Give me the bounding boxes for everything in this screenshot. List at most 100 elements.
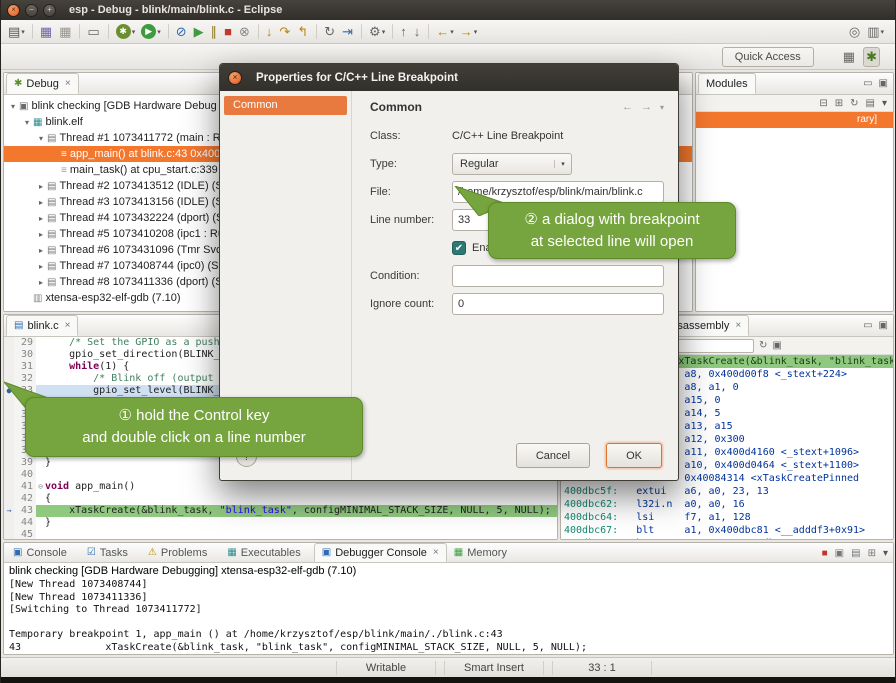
- scroll-lock-icon[interactable]: ⊞: [868, 548, 876, 559]
- toolbar-separator[interactable]: [428, 24, 429, 39]
- tab-modules[interactable]: Modules: [698, 73, 756, 94]
- console-tab[interactable]: ▣ Debugger Console ×: [314, 543, 447, 562]
- marker-bar[interactable]: [4, 361, 14, 373]
- expander-icon[interactable]: ▸: [36, 198, 46, 207]
- prev-annotation-icon[interactable]: ↑: [398, 22, 410, 42]
- disconnect-icon[interactable]: ⊗: [237, 22, 253, 42]
- forward-icon[interactable]: →▾: [458, 22, 480, 42]
- save-all-icon[interactable]: ▦: [57, 22, 74, 42]
- line-number[interactable]: 43: [14, 505, 36, 517]
- console-tab[interactable]: ⚠ Problems: [141, 543, 220, 562]
- new-wizard-icon[interactable]: ▤▾: [6, 22, 27, 42]
- terminate-icon[interactable]: ■: [222, 22, 235, 42]
- code-line[interactable]: 45: [4, 529, 557, 540]
- step-return-icon[interactable]: ↰: [295, 22, 311, 42]
- print-icon[interactable]: ▭: [85, 22, 102, 42]
- toolbar-separator[interactable]: [32, 24, 33, 39]
- modules-selected-row[interactable]: rary]: [696, 112, 893, 128]
- marker-bar[interactable]: [4, 445, 14, 457]
- close-icon[interactable]: ×: [65, 78, 71, 89]
- console-tab[interactable]: ☑ Tasks: [80, 543, 141, 562]
- marker-bar[interactable]: [4, 457, 14, 469]
- sidebar-item-common[interactable]: Common: [224, 96, 347, 115]
- fold-icon[interactable]: [36, 469, 45, 481]
- asm-line[interactable]: 400dbc67: blt a1, 0x400dbc81 <__adddf3+0…: [561, 524, 893, 537]
- refresh-icon[interactable]: ↻: [850, 98, 858, 109]
- fold-icon[interactable]: [36, 361, 45, 373]
- toolbar-separator[interactable]: [392, 24, 393, 39]
- step-over-icon[interactable]: ↷: [277, 22, 293, 42]
- expander-icon[interactable]: ▸: [36, 214, 46, 223]
- code-line[interactable]: 42 {: [4, 493, 557, 505]
- maximize-icon[interactable]: ▣: [879, 78, 888, 89]
- toolbar-separator[interactable]: [316, 24, 317, 39]
- window-maximize-icon[interactable]: +: [43, 4, 56, 17]
- expander-icon[interactable]: ▾: [22, 118, 32, 127]
- condition-field[interactable]: [452, 265, 664, 287]
- save-icon[interactable]: ▦: [38, 22, 55, 42]
- marker-bar[interactable]: [4, 529, 14, 540]
- toolbar-separator[interactable]: [361, 24, 362, 39]
- back-icon[interactable]: ←: [622, 101, 633, 113]
- close-icon[interactable]: ×: [433, 547, 439, 558]
- restart-icon[interactable]: ↻: [322, 22, 338, 42]
- window-close-icon[interactable]: ×: [7, 4, 20, 17]
- toolbar-separator[interactable]: [168, 24, 169, 39]
- step-into-icon[interactable]: ↓: [264, 22, 276, 42]
- open-perspective-icon[interactable]: ▦: [841, 47, 857, 67]
- ok-button[interactable]: OK: [606, 443, 662, 468]
- minimize-icon[interactable]: ▭: [863, 320, 872, 331]
- expander-icon[interactable]: ▸: [36, 278, 46, 287]
- fold-icon[interactable]: [36, 457, 45, 469]
- expander-icon[interactable]: ▾: [36, 134, 46, 143]
- code-line[interactable]: 41 ⊖ void app_main(): [4, 481, 557, 493]
- console-tab[interactable]: ▦ Memory: [447, 543, 520, 562]
- line-number[interactable]: 29: [14, 337, 36, 349]
- toolbar-separator[interactable]: [258, 24, 259, 39]
- marker-bar[interactable]: [4, 349, 14, 361]
- debug-perspective-icon[interactable]: ✱: [863, 47, 880, 67]
- maximize-icon[interactable]: ▣: [879, 320, 888, 331]
- type-select[interactable]: Regular ▾: [452, 153, 572, 175]
- marker-bar[interactable]: [4, 469, 14, 481]
- fold-icon[interactable]: [36, 337, 45, 349]
- expander-icon[interactable]: ▸: [36, 262, 46, 271]
- fold-icon[interactable]: [36, 493, 45, 505]
- line-number[interactable]: 44: [14, 517, 36, 529]
- line-number[interactable]: 42: [14, 493, 36, 505]
- close-icon[interactable]: ×: [735, 320, 741, 331]
- debug-icon[interactable]: ✱▾: [114, 22, 138, 42]
- marker-bar[interactable]: [4, 517, 14, 529]
- expander-icon[interactable]: ▾: [8, 102, 18, 111]
- back-icon[interactable]: ←▾: [434, 22, 456, 42]
- forward-icon[interactable]: →: [641, 101, 652, 113]
- console-menu-icon[interactable]: ▾: [883, 548, 888, 559]
- line-number[interactable]: 40: [14, 469, 36, 481]
- instruction-step-icon[interactable]: ⇥: [340, 22, 356, 42]
- quick-access-button[interactable]: Quick Access: [722, 47, 814, 67]
- external-tools-icon[interactable]: ⚙▾: [367, 22, 387, 42]
- minimize-icon[interactable]: ▭: [863, 78, 872, 89]
- remove-launch-icon[interactable]: ▣: [835, 548, 844, 559]
- fold-icon[interactable]: [36, 349, 45, 361]
- line-number[interactable]: 45: [14, 529, 36, 540]
- expander-icon[interactable]: ▸: [36, 230, 46, 239]
- run-icon[interactable]: ▶▾: [139, 22, 163, 42]
- fold-icon[interactable]: [36, 517, 45, 529]
- line-number[interactable]: 41: [14, 481, 36, 493]
- suspend-icon[interactable]: ∥: [209, 22, 221, 42]
- collapse-all-icon[interactable]: ⊟: [819, 98, 827, 109]
- tab-debug[interactable]: ✱ Debug ×: [6, 73, 79, 94]
- view-menu-icon[interactable]: ▾: [882, 98, 887, 109]
- expand-all-icon[interactable]: ⊞: [835, 98, 843, 109]
- close-icon[interactable]: ×: [65, 320, 71, 331]
- enabled-checkbox[interactable]: ✔: [452, 241, 466, 255]
- line-number[interactable]: 30: [14, 349, 36, 361]
- asm-line[interactable]: 400dbc62: l32i.n a0, a0, 16: [561, 498, 893, 511]
- ignore-count-field[interactable]: [452, 293, 664, 315]
- console-tab[interactable]: ▣ Console: [6, 543, 80, 562]
- line-number[interactable]: 31: [14, 361, 36, 373]
- fold-icon[interactable]: ⊖: [36, 481, 45, 493]
- terminate-icon[interactable]: ■: [822, 548, 828, 559]
- tab-blink-c[interactable]: ▤ blink.c ×: [6, 315, 78, 336]
